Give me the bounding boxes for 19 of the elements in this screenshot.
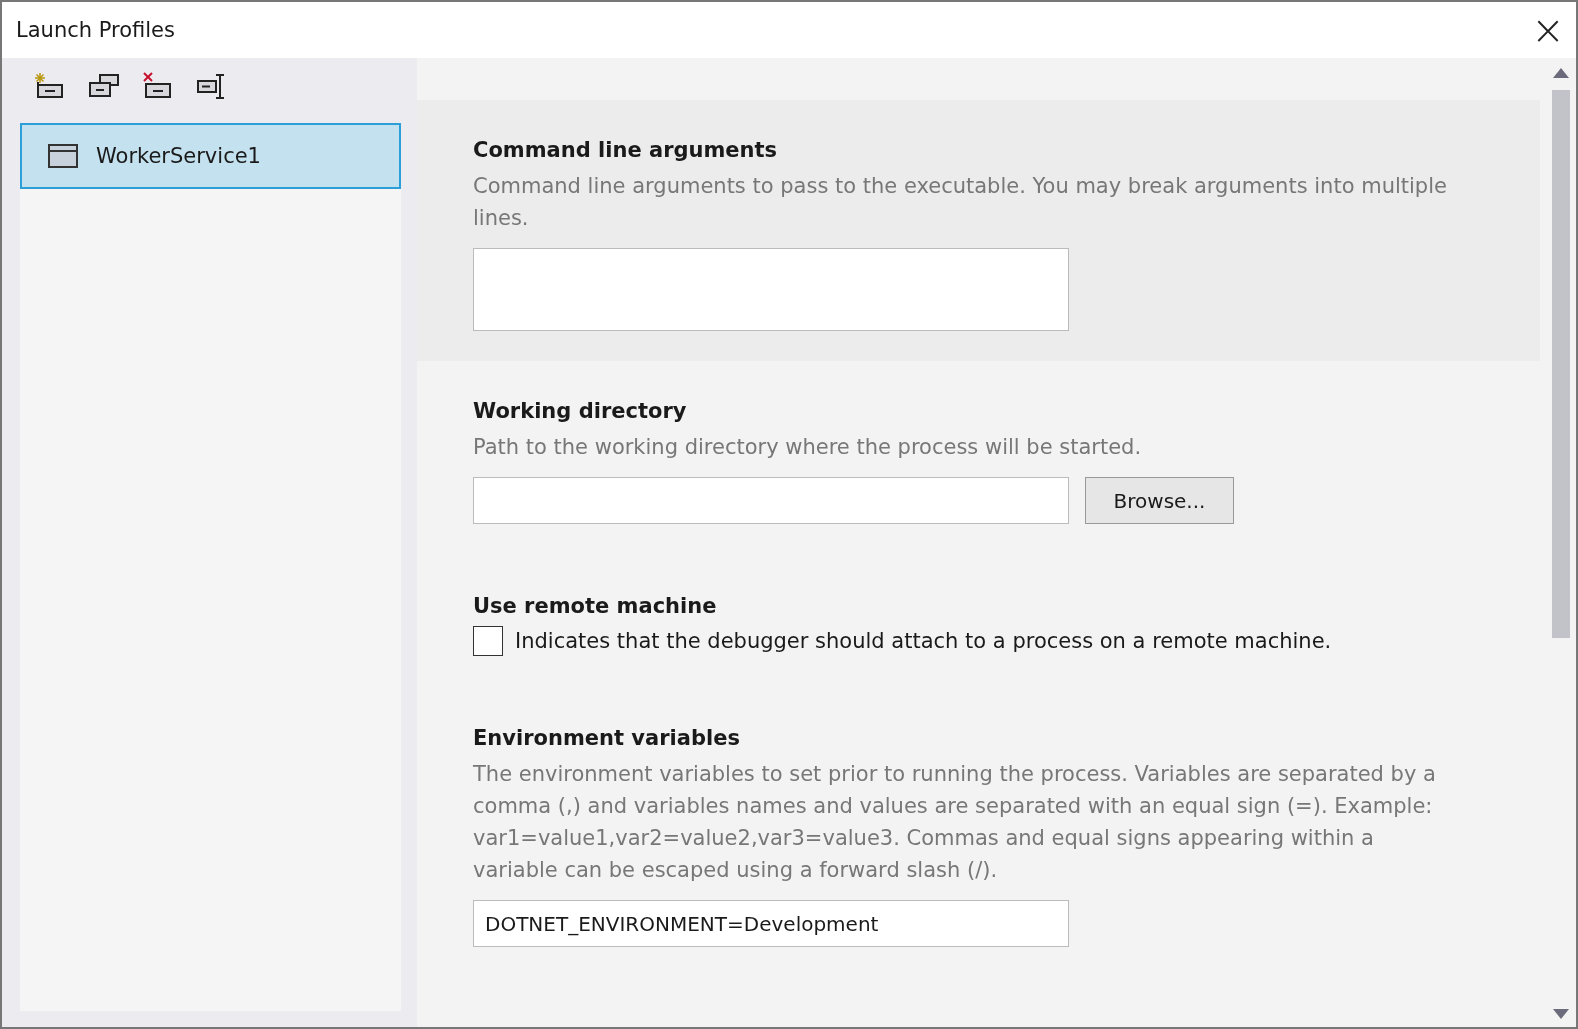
path-field[interactable] (473, 477, 1069, 524)
browse-button[interactable]: Browse... (1085, 477, 1234, 524)
copy-profile-icon[interactable] (88, 72, 120, 100)
section-title: Command line arguments (473, 138, 779, 162)
new-profile-icon[interactable] (34, 72, 66, 100)
checkbox-label: Indicates that the debugger should attach to a process on a remote machine. (515, 629, 1332, 653)
profile-item[interactable]: WorkerService1 (20, 123, 401, 189)
checkbox[interactable] (473, 626, 503, 656)
section-description: Path to the working directory where the process will be started. (473, 434, 1143, 461)
section-title: Environment variables (473, 726, 741, 750)
text-field[interactable]: DOTNET_ENVIRONMENT=Development (473, 900, 1069, 947)
section-description: The environment variables to set prior to running the process. Variables are separated by a comma (,) and variables names and values are separated with an equal sign (=). Example: var1=value1,var2=value2,var3=value3. Commas and equal signs appearing within a variable can be escaped using a forward slash (/). (473, 761, 1437, 884)
delete-profile-icon[interactable] (142, 72, 174, 100)
section-title: Use remote machine (473, 594, 718, 618)
section-description: Command line arguments to pass to the executable. You may break arguments into multiple lines. (473, 173, 1448, 232)
window-title: Launch Profiles (16, 18, 175, 42)
window-icon (48, 144, 78, 168)
close-button[interactable]: × (1520, 2, 1576, 58)
section-title: Working directory (473, 399, 688, 423)
